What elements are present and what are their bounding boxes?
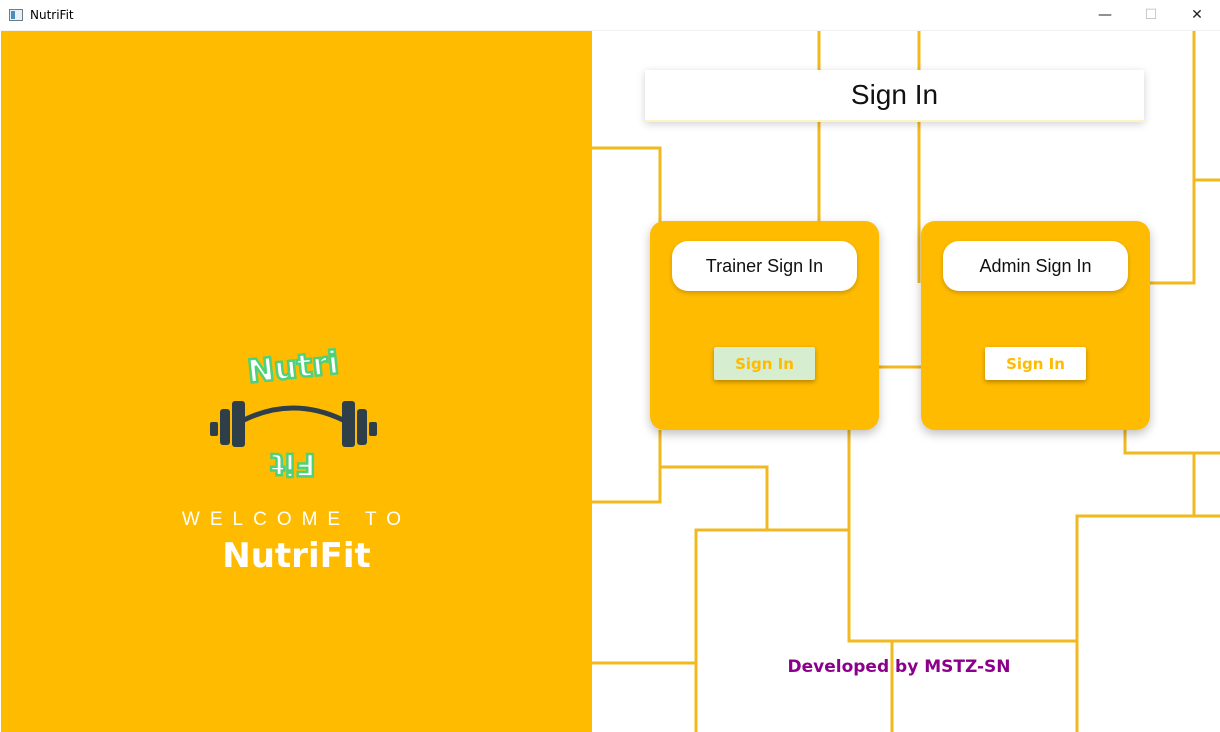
- logo-top-text: Nutri: [246, 346, 341, 391]
- close-button[interactable]: ✕: [1174, 0, 1220, 30]
- page-title: Sign In: [645, 70, 1144, 122]
- trainer-signin-card: Trainer Sign In Sign In: [650, 221, 879, 430]
- trainer-signin-button[interactable]: Sign In: [714, 347, 815, 380]
- developer-credit: Developed by MSTZ-SN: [787, 657, 1011, 677]
- nutrifit-logo: Nutri Fit: [210, 346, 377, 482]
- window-titlebar: NutriFit — ☐ ✕: [0, 0, 1220, 31]
- window-title: NutriFit: [30, 8, 74, 22]
- admin-signin-card: Admin Sign In Sign In: [921, 221, 1150, 430]
- brand-name: NutriFit: [222, 536, 371, 576]
- welcome-panel: Nutri Fit WELCOME TO NutriFit: [1, 31, 592, 732]
- logo-bottom-text: Fit: [270, 446, 315, 481]
- admin-signin-button[interactable]: Sign In: [985, 347, 1086, 380]
- trainer-card-title: Trainer Sign In: [672, 241, 857, 291]
- maximize-button[interactable]: ☐: [1128, 0, 1174, 30]
- admin-card-title: Admin Sign In: [943, 241, 1128, 291]
- barbell-icon: [210, 401, 377, 447]
- minimize-button[interactable]: —: [1082, 0, 1128, 30]
- app-window-icon: [9, 9, 23, 21]
- welcome-text: WELCOME TO: [181, 509, 412, 530]
